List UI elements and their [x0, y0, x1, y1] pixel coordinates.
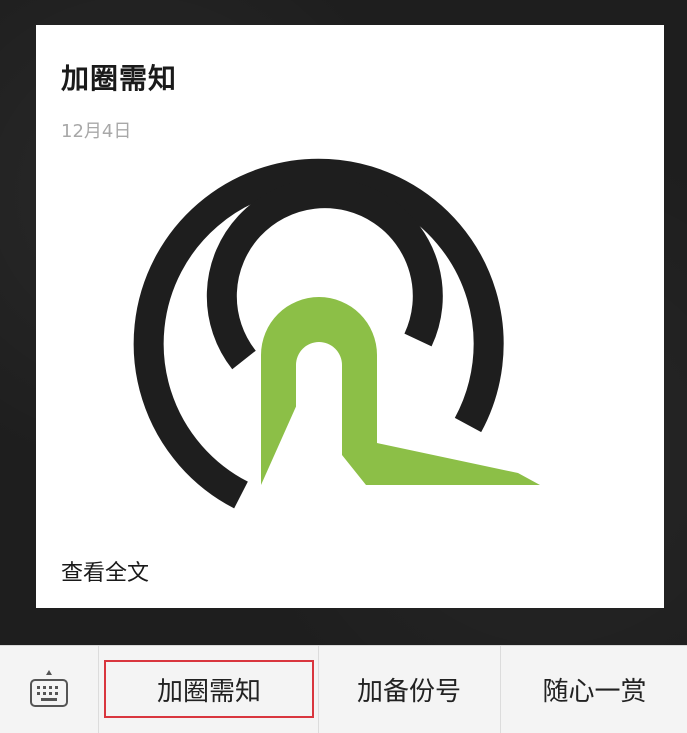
- menu-bar: 加圈需知 加备份号 随心一赏: [0, 645, 687, 733]
- article-title: 加圈需知: [61, 62, 178, 95]
- keyboard-toggle-button[interactable]: [0, 646, 99, 733]
- article-card[interactable]: 加圈需知 12月4日 查看全文: [36, 25, 664, 608]
- menu-item-join-circle-notice[interactable]: 加圈需知: [104, 646, 314, 733]
- menu-item-label: 随心一赏: [542, 677, 647, 707]
- article-date: 12月4日: [61, 121, 132, 142]
- read-more-link[interactable]: 查看全文: [61, 555, 149, 587]
- menu-item-label: 加备份号: [356, 677, 461, 707]
- menu-item-tip[interactable]: 随心一赏: [500, 646, 687, 733]
- keyboard-icon: [30, 669, 68, 707]
- menu-item-add-backup-account[interactable]: 加备份号: [318, 646, 499, 733]
- menu-item-label: 加圈需知: [156, 677, 261, 707]
- cover-logo-icon: [133, 158, 540, 509]
